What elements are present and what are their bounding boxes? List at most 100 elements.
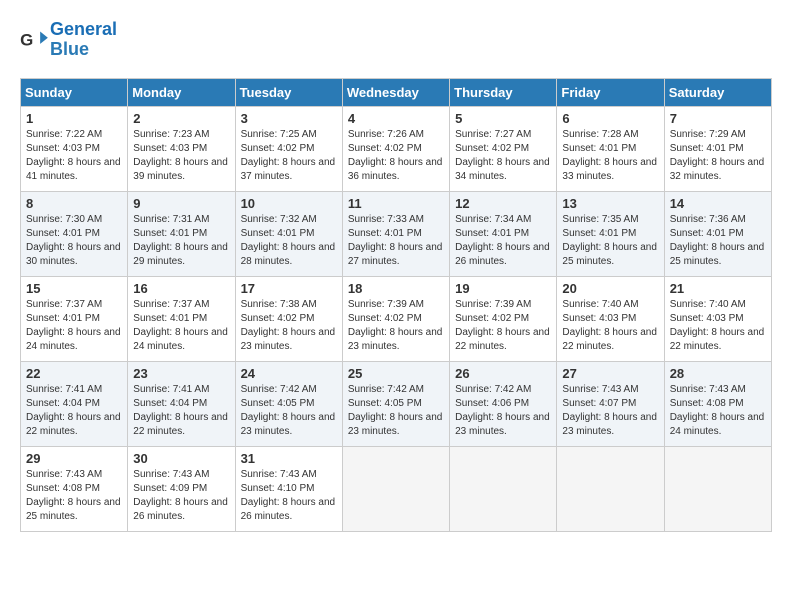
day-info: Sunrise: 7:38 AM Sunset: 4:02 PM Dayligh… xyxy=(241,298,337,354)
day-info: Sunrise: 7:34 AM Sunset: 4:01 PM Dayligh… xyxy=(455,213,551,269)
calendar-cell: 22 Sunrise: 7:41 AM Sunset: 4:04 PM Dayl… xyxy=(21,361,128,446)
day-info: Sunrise: 7:42 AM Sunset: 4:05 PM Dayligh… xyxy=(348,383,444,439)
day-number: 18 xyxy=(348,281,444,296)
calendar-week: 15 Sunrise: 7:37 AM Sunset: 4:01 PM Dayl… xyxy=(21,276,772,361)
calendar-cell: 29 Sunrise: 7:43 AM Sunset: 4:08 PM Dayl… xyxy=(21,446,128,531)
calendar-cell: 17 Sunrise: 7:38 AM Sunset: 4:02 PM Dayl… xyxy=(235,276,342,361)
day-info: Sunrise: 7:23 AM Sunset: 4:03 PM Dayligh… xyxy=(133,128,229,184)
day-number: 19 xyxy=(455,281,551,296)
day-number: 11 xyxy=(348,196,444,211)
day-number: 7 xyxy=(670,111,766,126)
calendar-cell: 24 Sunrise: 7:42 AM Sunset: 4:05 PM Dayl… xyxy=(235,361,342,446)
calendar-cell: 30 Sunrise: 7:43 AM Sunset: 4:09 PM Dayl… xyxy=(128,446,235,531)
day-info: Sunrise: 7:40 AM Sunset: 4:03 PM Dayligh… xyxy=(670,298,766,354)
day-info: Sunrise: 7:39 AM Sunset: 4:02 PM Dayligh… xyxy=(348,298,444,354)
calendar-cell: 15 Sunrise: 7:37 AM Sunset: 4:01 PM Dayl… xyxy=(21,276,128,361)
calendar-cell: 5 Sunrise: 7:27 AM Sunset: 4:02 PM Dayli… xyxy=(450,106,557,191)
calendar-cell: 28 Sunrise: 7:43 AM Sunset: 4:08 PM Dayl… xyxy=(664,361,771,446)
calendar-cell: 13 Sunrise: 7:35 AM Sunset: 4:01 PM Dayl… xyxy=(557,191,664,276)
day-info: Sunrise: 7:27 AM Sunset: 4:02 PM Dayligh… xyxy=(455,128,551,184)
calendar-cell: 31 Sunrise: 7:43 AM Sunset: 4:10 PM Dayl… xyxy=(235,446,342,531)
day-info: Sunrise: 7:37 AM Sunset: 4:01 PM Dayligh… xyxy=(26,298,122,354)
day-number: 22 xyxy=(26,366,122,381)
day-info: Sunrise: 7:43 AM Sunset: 4:08 PM Dayligh… xyxy=(670,383,766,439)
day-info: Sunrise: 7:43 AM Sunset: 4:10 PM Dayligh… xyxy=(241,468,337,524)
calendar-cell: 14 Sunrise: 7:36 AM Sunset: 4:01 PM Dayl… xyxy=(664,191,771,276)
calendar-cell: 18 Sunrise: 7:39 AM Sunset: 4:02 PM Dayl… xyxy=(342,276,449,361)
logo-text: General Blue xyxy=(50,20,117,60)
day-number: 5 xyxy=(455,111,551,126)
header-day: Wednesday xyxy=(342,78,449,106)
day-number: 20 xyxy=(562,281,658,296)
day-number: 25 xyxy=(348,366,444,381)
day-info: Sunrise: 7:33 AM Sunset: 4:01 PM Dayligh… xyxy=(348,213,444,269)
calendar-table: SundayMondayTuesdayWednesdayThursdayFrid… xyxy=(20,78,772,532)
calendar-cell: 19 Sunrise: 7:39 AM Sunset: 4:02 PM Dayl… xyxy=(450,276,557,361)
svg-text:G: G xyxy=(20,30,33,49)
calendar-cell: 7 Sunrise: 7:29 AM Sunset: 4:01 PM Dayli… xyxy=(664,106,771,191)
day-number: 27 xyxy=(562,366,658,381)
day-number: 24 xyxy=(241,366,337,381)
day-info: Sunrise: 7:22 AM Sunset: 4:03 PM Dayligh… xyxy=(26,128,122,184)
calendar-cell: 21 Sunrise: 7:40 AM Sunset: 4:03 PM Dayl… xyxy=(664,276,771,361)
calendar-cell xyxy=(664,446,771,531)
header-day: Monday xyxy=(128,78,235,106)
logo-icon: G xyxy=(20,30,48,50)
header-day: Saturday xyxy=(664,78,771,106)
calendar-cell: 6 Sunrise: 7:28 AM Sunset: 4:01 PM Dayli… xyxy=(557,106,664,191)
day-info: Sunrise: 7:43 AM Sunset: 4:07 PM Dayligh… xyxy=(562,383,658,439)
day-number: 30 xyxy=(133,451,229,466)
day-number: 26 xyxy=(455,366,551,381)
day-number: 29 xyxy=(26,451,122,466)
day-number: 31 xyxy=(241,451,337,466)
day-number: 17 xyxy=(241,281,337,296)
day-info: Sunrise: 7:43 AM Sunset: 4:08 PM Dayligh… xyxy=(26,468,122,524)
day-number: 6 xyxy=(562,111,658,126)
header-day: Sunday xyxy=(21,78,128,106)
calendar-cell: 26 Sunrise: 7:42 AM Sunset: 4:06 PM Dayl… xyxy=(450,361,557,446)
calendar-week: 29 Sunrise: 7:43 AM Sunset: 4:08 PM Dayl… xyxy=(21,446,772,531)
calendar-cell: 1 Sunrise: 7:22 AM Sunset: 4:03 PM Dayli… xyxy=(21,106,128,191)
calendar-cell: 27 Sunrise: 7:43 AM Sunset: 4:07 PM Dayl… xyxy=(557,361,664,446)
day-info: Sunrise: 7:43 AM Sunset: 4:09 PM Dayligh… xyxy=(133,468,229,524)
day-number: 21 xyxy=(670,281,766,296)
calendar-cell: 10 Sunrise: 7:32 AM Sunset: 4:01 PM Dayl… xyxy=(235,191,342,276)
day-number: 3 xyxy=(241,111,337,126)
day-number: 28 xyxy=(670,366,766,381)
calendar-cell xyxy=(450,446,557,531)
day-number: 12 xyxy=(455,196,551,211)
calendar-week: 22 Sunrise: 7:41 AM Sunset: 4:04 PM Dayl… xyxy=(21,361,772,446)
header-row: SundayMondayTuesdayWednesdayThursdayFrid… xyxy=(21,78,772,106)
day-number: 4 xyxy=(348,111,444,126)
day-info: Sunrise: 7:40 AM Sunset: 4:03 PM Dayligh… xyxy=(562,298,658,354)
header-day: Tuesday xyxy=(235,78,342,106)
day-info: Sunrise: 7:25 AM Sunset: 4:02 PM Dayligh… xyxy=(241,128,337,184)
day-info: Sunrise: 7:28 AM Sunset: 4:01 PM Dayligh… xyxy=(562,128,658,184)
day-info: Sunrise: 7:29 AM Sunset: 4:01 PM Dayligh… xyxy=(670,128,766,184)
calendar-cell xyxy=(557,446,664,531)
day-number: 8 xyxy=(26,196,122,211)
day-info: Sunrise: 7:30 AM Sunset: 4:01 PM Dayligh… xyxy=(26,213,122,269)
day-info: Sunrise: 7:42 AM Sunset: 4:05 PM Dayligh… xyxy=(241,383,337,439)
calendar-cell: 4 Sunrise: 7:26 AM Sunset: 4:02 PM Dayli… xyxy=(342,106,449,191)
calendar-cell xyxy=(342,446,449,531)
header-day: Thursday xyxy=(450,78,557,106)
day-info: Sunrise: 7:26 AM Sunset: 4:02 PM Dayligh… xyxy=(348,128,444,184)
day-info: Sunrise: 7:41 AM Sunset: 4:04 PM Dayligh… xyxy=(133,383,229,439)
day-number: 10 xyxy=(241,196,337,211)
calendar-cell: 11 Sunrise: 7:33 AM Sunset: 4:01 PM Dayl… xyxy=(342,191,449,276)
day-number: 2 xyxy=(133,111,229,126)
day-info: Sunrise: 7:35 AM Sunset: 4:01 PM Dayligh… xyxy=(562,213,658,269)
calendar-week: 8 Sunrise: 7:30 AM Sunset: 4:01 PM Dayli… xyxy=(21,191,772,276)
calendar-week: 1 Sunrise: 7:22 AM Sunset: 4:03 PM Dayli… xyxy=(21,106,772,191)
day-number: 9 xyxy=(133,196,229,211)
day-number: 1 xyxy=(26,111,122,126)
calendar-cell: 8 Sunrise: 7:30 AM Sunset: 4:01 PM Dayli… xyxy=(21,191,128,276)
day-info: Sunrise: 7:39 AM Sunset: 4:02 PM Dayligh… xyxy=(455,298,551,354)
day-info: Sunrise: 7:32 AM Sunset: 4:01 PM Dayligh… xyxy=(241,213,337,269)
day-info: Sunrise: 7:36 AM Sunset: 4:01 PM Dayligh… xyxy=(670,213,766,269)
calendar-cell: 3 Sunrise: 7:25 AM Sunset: 4:02 PM Dayli… xyxy=(235,106,342,191)
day-number: 15 xyxy=(26,281,122,296)
day-info: Sunrise: 7:37 AM Sunset: 4:01 PM Dayligh… xyxy=(133,298,229,354)
day-info: Sunrise: 7:42 AM Sunset: 4:06 PM Dayligh… xyxy=(455,383,551,439)
